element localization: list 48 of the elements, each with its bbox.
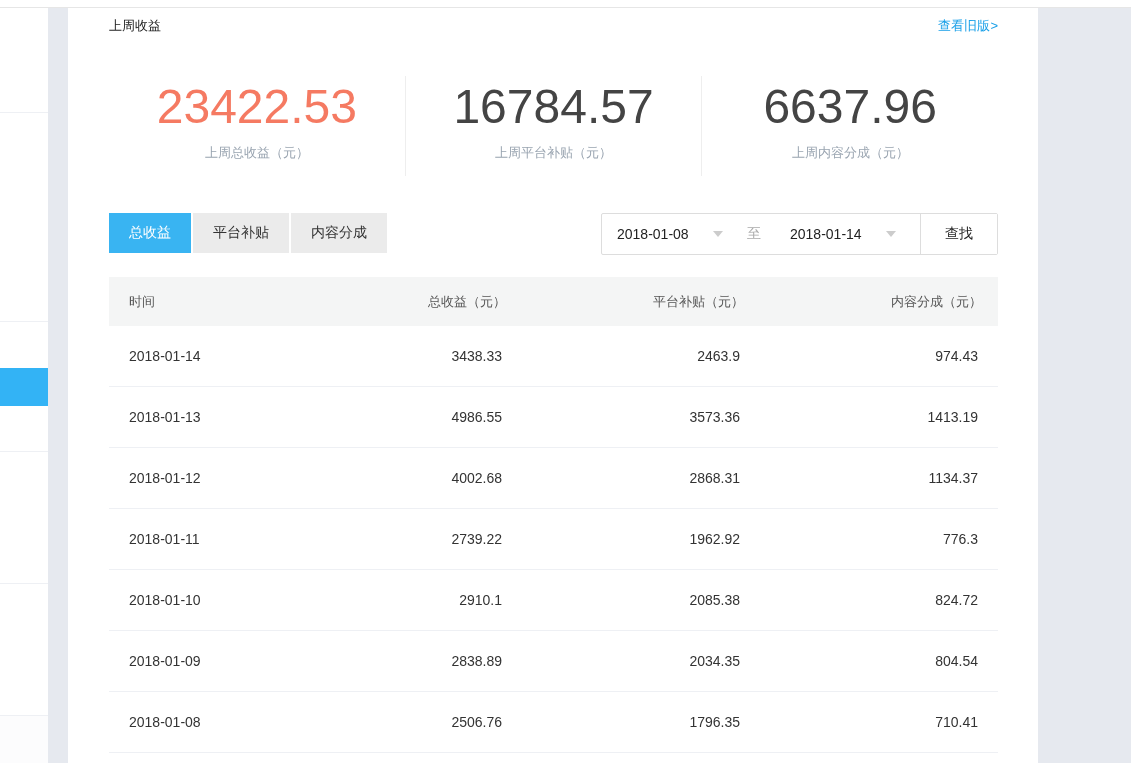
table-cell-text: 2018-01-09 [129,653,202,669]
start-date-select[interactable]: 2018-01-08 [602,226,735,242]
table-cell-text: 2018-01-12 [129,470,202,486]
caret-icon [713,231,723,237]
table-cell: 2910.1 [459,592,502,608]
table-cell: 1413.19 [927,409,978,425]
stat-value: 16784.57 [453,80,654,134]
table-cell: 4986.55 [451,409,502,425]
stat-label: 上周内容分成（元） [791,144,909,162]
table-cell: 2506.76 [451,714,502,730]
table-cell: 2085.38 [689,592,740,608]
caret-icon [886,231,896,237]
table-cell-text: 2018-01-08 [129,714,202,730]
column-header: 内容分成（元） [891,292,982,311]
table-cell: 1962.92 [689,531,740,547]
table-cell: 2034.35 [689,653,740,669]
table-cell: 3573.36 [689,409,740,425]
table-cell: 3438.33 [451,348,502,364]
tab[interactable]: 平台补贴 [193,213,289,253]
stat-value: 23422.53 [156,80,357,134]
end-date-select[interactable]: 2018-01-14 [775,226,908,242]
stat-label: 上周总收益（元） [204,144,309,162]
table-cell: 2463.9 [697,348,740,364]
search-button[interactable]: 查找 [920,214,997,254]
table-cell: 974.43 [935,348,978,364]
section-title: 上周收益 [109,17,161,35]
table-cell-text: 2018-01-11 [129,531,201,547]
tab[interactable]: 内容分成 [291,213,387,253]
table-cell: 2838.89 [451,653,502,669]
table-cell: 1796.35 [689,714,740,730]
table-cell-text: 2018-01-13 [129,409,202,425]
column-header: 时间 [129,292,156,311]
stat-label: 上周平台补贴（元） [495,144,612,162]
selected-sidebar-item[interactable] [0,368,48,406]
column-header: 总收益（元） [428,292,506,311]
table-cell: 1134.37 [928,470,978,486]
table-cell: 776.3 [942,531,978,547]
table-cell: 710.41 [935,714,978,730]
column-header: 平台补贴（元） [653,292,744,311]
table-cell: 824.72 [935,592,978,608]
range-separator: 至 [747,225,761,243]
table-cell: 2868.31 [689,470,740,486]
table-cell-text: 2018-01-14 [129,348,202,364]
table-cell-text: 2018-01-10 [129,592,202,608]
table-cell: 804.54 [935,653,978,669]
table-cell: 2739.22 [451,531,502,547]
stat-value: 6637.96 [763,80,937,134]
table-cell: 4002.68 [451,470,502,486]
